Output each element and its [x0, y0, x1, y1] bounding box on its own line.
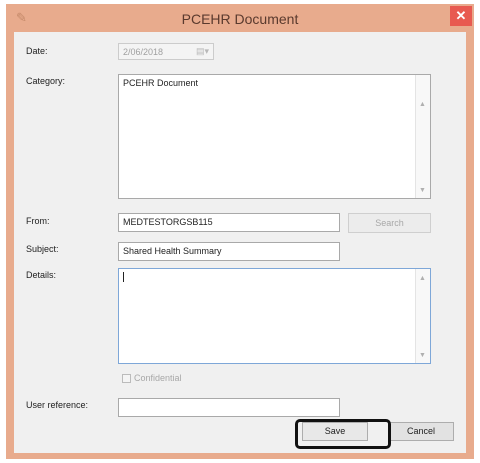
scroll-down-icon[interactable]: ▼ — [419, 352, 426, 359]
subject-label: Subject: — [26, 244, 59, 254]
text-cursor — [123, 272, 124, 282]
close-icon[interactable]: ✕ — [450, 6, 472, 26]
details-textarea[interactable]: ▲ ▼ — [118, 268, 431, 364]
category-label: Category: — [26, 76, 66, 86]
cancel-button[interactable]: Cancel — [388, 422, 454, 441]
scroll-up-icon[interactable]: ▲ — [419, 101, 426, 108]
details-scrollbar[interactable]: ▲ ▼ — [415, 269, 430, 363]
search-button[interactable]: Search — [348, 213, 431, 233]
user-reference-label: User reference: — [26, 400, 89, 410]
dialog-body: Date: 2/06/2018 ▤▾ Category: PCEHR Docum… — [14, 32, 466, 453]
save-highlight-frame — [295, 419, 391, 449]
from-field[interactable]: MEDTESTORGSB115 — [118, 213, 340, 232]
pcehr-document-dialog: ✎ PCEHR Document ✕ Date: 2/06/2018 ▤▾ Ca… — [6, 4, 474, 459]
category-textarea[interactable]: PCEHR Document ▲ ▼ — [118, 74, 431, 199]
category-value: PCEHR Document — [123, 78, 199, 88]
date-value: 2/06/2018 — [123, 47, 164, 57]
scroll-up-icon[interactable]: ▲ — [419, 275, 426, 282]
from-label: From: — [26, 216, 50, 226]
calendar-dropdown-icon[interactable]: ▤▾ — [196, 46, 209, 57]
user-reference-field[interactable] — [118, 398, 340, 417]
details-label: Details: — [26, 270, 57, 280]
subject-field[interactable]: Shared Health Summary — [118, 242, 340, 261]
category-scrollbar[interactable]: ▲ ▼ — [415, 75, 430, 198]
date-picker[interactable]: 2/06/2018 ▤▾ — [118, 43, 214, 60]
date-label: Date: — [26, 46, 48, 56]
title-bar: ✎ PCEHR Document ✕ — [6, 4, 474, 32]
confidential-label: Confidential — [134, 373, 182, 383]
confidential-checkbox[interactable] — [122, 374, 131, 383]
window-title: PCEHR Document — [181, 11, 299, 27]
scroll-down-icon[interactable]: ▼ — [419, 187, 426, 194]
from-value: MEDTESTORGSB115 — [123, 217, 213, 227]
subject-value: Shared Health Summary — [123, 246, 222, 256]
